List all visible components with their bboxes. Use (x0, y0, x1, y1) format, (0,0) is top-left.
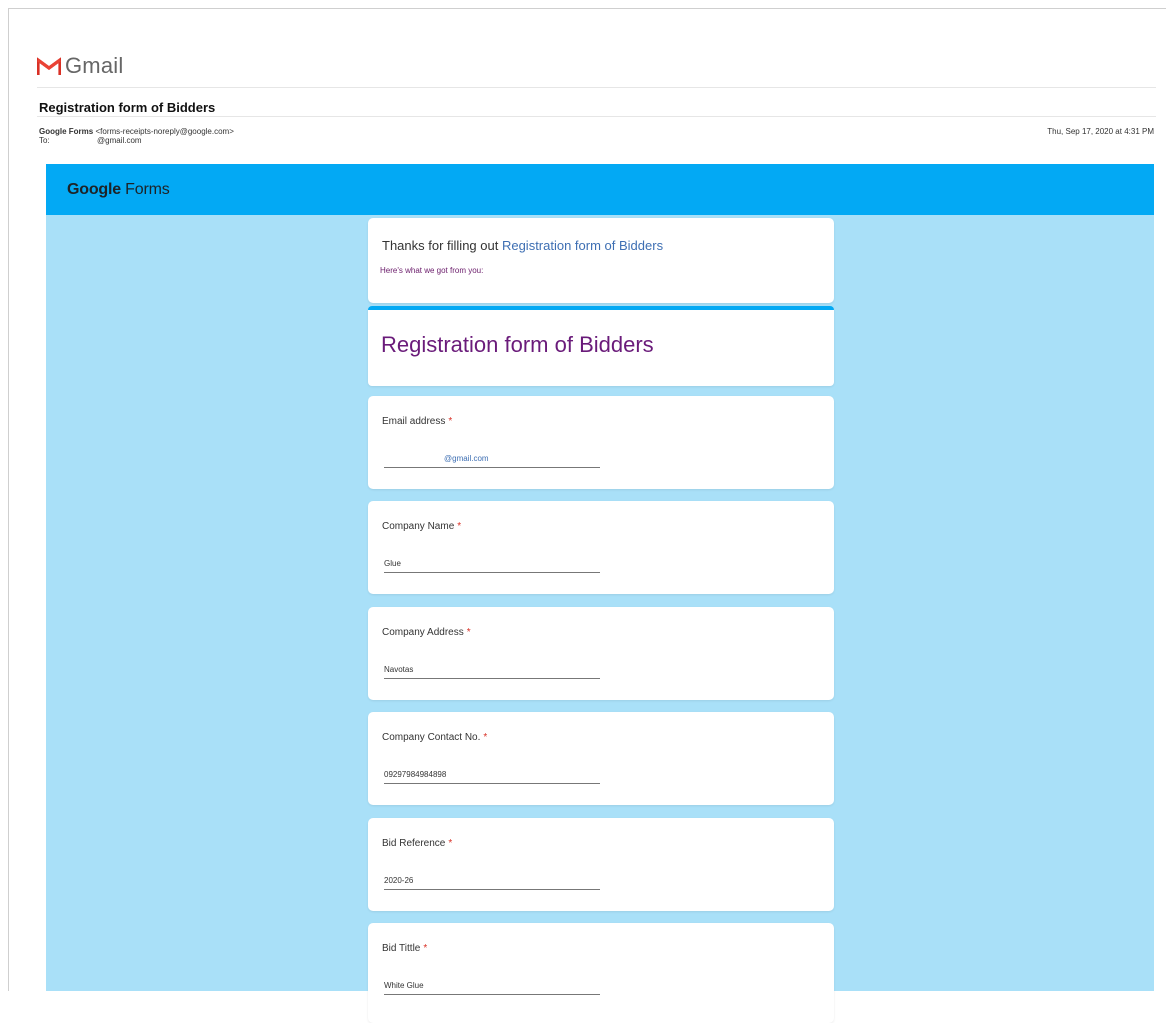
answer-field: 2020-26 (384, 876, 600, 890)
google-forms-logo: Google Forms (67, 181, 170, 198)
email-print-page: Gmail Registration form of Bidders Googl… (8, 8, 1166, 1023)
required-asterisk: * (483, 732, 488, 743)
question-card: Company Contact No. * 09297984984898 (368, 712, 834, 805)
form-title: Registration form of Bidders (381, 332, 654, 357)
required-asterisk: * (448, 838, 453, 849)
to-label: To: (39, 136, 50, 145)
email-date: Thu, Sep 17, 2020 at 4:31 PM (1047, 127, 1154, 136)
question-card: Bid Tittle * White Glue (368, 923, 834, 1023)
question-label: Bid Tittle * (382, 943, 428, 954)
form-title-card: Registration form of Bidders (368, 306, 834, 386)
answer-field: @gmail.com (384, 454, 600, 468)
question-card: Bid Reference * 2020-26 (368, 818, 834, 911)
question-card: Company Address * Navotas (368, 607, 834, 700)
answer-field: White Glue (384, 981, 600, 995)
required-asterisk: * (466, 627, 471, 638)
required-asterisk: * (423, 943, 428, 954)
thanks-subtitle: Here's what we got from you: (380, 266, 484, 275)
question-label: Email address * (382, 416, 453, 427)
required-asterisk: * (457, 521, 462, 532)
question-label: Company Address * (382, 627, 471, 638)
answer-field: 09297984984898 (384, 770, 600, 784)
answer-field: Navotas (384, 665, 600, 679)
recipient-line: To: @gmail.com (39, 136, 142, 145)
question-label: Bid Reference * (382, 838, 453, 849)
email-subject: Registration form of Bidders (39, 100, 216, 115)
thanks-card: Thanks for filling out Registration form… (368, 218, 834, 303)
question-card: Company Name * Glue (368, 501, 834, 594)
divider (37, 87, 1156, 88)
required-asterisk: * (448, 416, 453, 427)
thanks-title: Thanks for filling out Registration form… (382, 238, 664, 253)
gmail-header: Gmail (37, 49, 123, 83)
question-label: Company Contact No. * (382, 732, 488, 743)
divider (37, 116, 1156, 117)
sender-name: Google Forms (39, 127, 94, 136)
question-card: Email address * @gmail.com (368, 396, 834, 489)
recipient-address: @gmail.com (97, 136, 142, 145)
form-link[interactable]: Registration form of Bidders (502, 238, 663, 253)
gmail-wordmark: Gmail (65, 53, 124, 78)
sender-address: <forms-receipts-noreply@google.com> (95, 127, 234, 136)
gmail-m-icon (37, 56, 61, 76)
question-label: Company Name * (382, 521, 462, 532)
answer-field: Glue (384, 559, 600, 573)
google-forms-header: Google Forms (46, 164, 1154, 215)
